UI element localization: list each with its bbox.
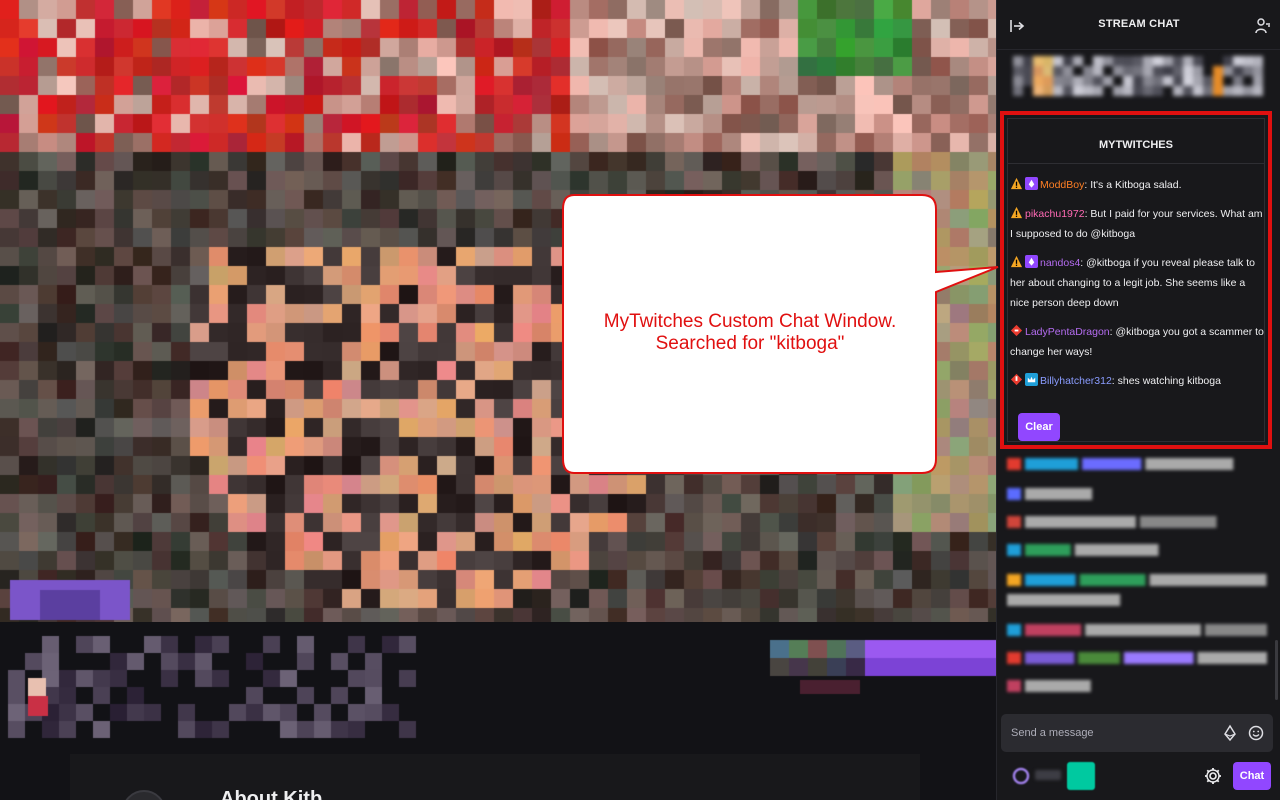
red-diamond-badge-icon[interactable] bbox=[1010, 324, 1025, 338]
channel-points-balance bbox=[1035, 770, 1061, 780]
chat-username[interactable]: pikachu1972 bbox=[1025, 208, 1085, 220]
prime-crown-badge-icon[interactable] bbox=[1025, 373, 1040, 387]
warning-badge-icon[interactable] bbox=[1010, 255, 1025, 269]
points-glyph-icon bbox=[1012, 767, 1030, 785]
callout-line-1: MyTwitches Custom Chat Window. bbox=[603, 311, 897, 332]
claim-bonus-button[interactable] bbox=[1067, 762, 1095, 790]
chat-message: LadyPentaDragon: @kitboga you got a scam… bbox=[1010, 322, 1266, 362]
chat-message-text: : It's a Kitboga salad. bbox=[1084, 179, 1182, 191]
bits-purple-badge-icon[interactable] bbox=[1025, 177, 1040, 191]
smiley-icon bbox=[1248, 725, 1264, 741]
twitch-stream-page: About Kitb STREAM CHAT Send a message Ch… bbox=[0, 0, 1280, 800]
emote-picker-button[interactable] bbox=[1247, 724, 1265, 742]
chat-title: STREAM CHAT bbox=[1098, 18, 1180, 30]
about-panel: About Kitb bbox=[70, 754, 920, 800]
red-badge-badge-icon[interactable] bbox=[1010, 373, 1025, 387]
chat-message: nandos4: @kitboga if you reveal please t… bbox=[1010, 253, 1266, 313]
bits-purple-badge-icon[interactable] bbox=[1025, 255, 1040, 269]
about-title: About Kitb bbox=[220, 788, 323, 800]
chat-message: pikachu1972: But I paid for your service… bbox=[1010, 204, 1266, 244]
mytwitches-message-list: ModdBoy: It's a Kitboga salad. pikachu197… bbox=[1010, 175, 1266, 400]
mytwitches-inner-frame: MYTWITCHES ModdBoy: It's a Kitboga salad… bbox=[1007, 118, 1265, 442]
chat-username[interactable]: nandos4 bbox=[1040, 257, 1080, 269]
blurred-chat-feed bbox=[1007, 454, 1267, 702]
chat-send-button[interactable]: Chat bbox=[1233, 762, 1271, 790]
bits-button[interactable] bbox=[1221, 724, 1239, 742]
warning-badge-icon[interactable] bbox=[1010, 177, 1025, 191]
pixelated-stream-info bbox=[0, 622, 996, 754]
users-icon bbox=[1255, 18, 1270, 34]
blurred-feed-pixels bbox=[1007, 454, 1267, 702]
chat-message-text: : shes watching kitboga bbox=[1111, 375, 1221, 387]
mytwitches-title: MYTWITCHES bbox=[1099, 139, 1173, 151]
channel-points-icon[interactable] bbox=[1011, 766, 1031, 786]
chat-settings-button[interactable] bbox=[1203, 766, 1223, 786]
gear-icon bbox=[1205, 768, 1221, 784]
chat-username[interactable]: LadyPentaDragon bbox=[1025, 326, 1110, 338]
clear-button[interactable]: Clear bbox=[1018, 413, 1060, 441]
blurred-chat-message bbox=[1013, 56, 1263, 96]
chat-username[interactable]: Billyhatcher312 bbox=[1040, 375, 1112, 387]
callout-line-2: Searched for "kitboga" bbox=[655, 333, 845, 354]
avatar[interactable] bbox=[122, 790, 166, 800]
chat-username[interactable]: ModdBoy bbox=[1040, 179, 1084, 191]
send-message-input[interactable] bbox=[1001, 714, 1221, 752]
chat-message: Billyhatcher312: shes watching kitboga bbox=[1010, 371, 1266, 391]
mytwitches-chat-window: MYTWITCHES ModdBoy: It's a Kitboga salad… bbox=[1000, 111, 1272, 449]
chat-message: ModdBoy: It's a Kitboga salad. bbox=[1010, 175, 1266, 195]
divider bbox=[1008, 163, 1264, 164]
community-button[interactable] bbox=[1251, 14, 1275, 38]
chat-header: STREAM CHAT bbox=[997, 0, 1280, 50]
chat-scrollbar[interactable] bbox=[1275, 640, 1278, 700]
warning-badge-icon[interactable] bbox=[1010, 206, 1025, 220]
callout-text: MyTwitches Custom Chat Window. Searched … bbox=[562, 311, 938, 355]
chat-input-box bbox=[1001, 714, 1273, 752]
blurred-message-pixels bbox=[1013, 56, 1263, 96]
bits-icon bbox=[1224, 724, 1236, 742]
